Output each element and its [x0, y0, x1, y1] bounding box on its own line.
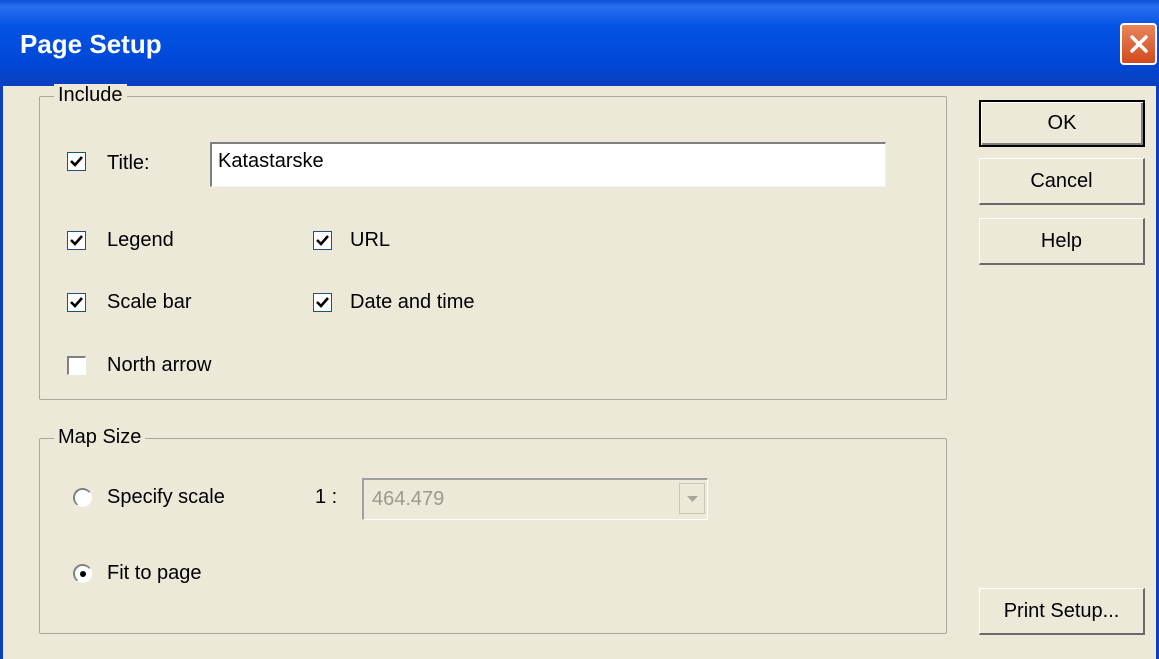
fit-to-page-radio[interactable]	[73, 564, 92, 583]
legend-checkbox[interactable]	[67, 231, 86, 250]
checkmark-icon	[316, 235, 329, 246]
dialog-body: Include Title: Katastarske Legend URL Sc…	[0, 84, 1159, 659]
specify-scale-label: Specify scale	[107, 486, 225, 508]
fit-to-page-label: Fit to page	[107, 562, 202, 584]
page-setup-dialog: Page Setup Include Title: Katastarske Le…	[0, 0, 1159, 659]
scale-bar-label: Scale bar	[107, 291, 192, 313]
title-input[interactable]: Katastarske	[210, 142, 886, 187]
include-group-legend: Include	[54, 84, 127, 107]
north-arrow-label: North arrow	[107, 354, 212, 376]
legend-label: Legend	[107, 229, 174, 251]
north-arrow-checkbox[interactable]	[67, 356, 86, 375]
close-icon	[1130, 35, 1148, 53]
checkmark-icon	[70, 235, 83, 246]
chevron-down-icon	[687, 496, 698, 502]
specify-scale-radio[interactable]	[73, 488, 92, 507]
help-button[interactable]: Help	[979, 218, 1145, 265]
scale-dropdown-button[interactable]	[679, 483, 705, 514]
radio-selected-dot	[80, 571, 86, 577]
ok-button[interactable]: OK	[979, 100, 1145, 147]
window-title: Page Setup	[20, 29, 162, 59]
checkmark-icon	[70, 156, 83, 167]
checkmark-icon	[316, 297, 329, 308]
cancel-button[interactable]: Cancel	[979, 158, 1145, 205]
scale-value: 464.479	[372, 488, 445, 510]
map-size-group-legend: Map Size	[54, 426, 146, 449]
url-label: URL	[350, 229, 391, 251]
close-button[interactable]	[1120, 23, 1157, 65]
title-bar[interactable]: Page Setup	[0, 0, 1159, 86]
date-time-label: Date and time	[350, 291, 475, 313]
scale-ratio-label: 1 :	[315, 486, 338, 508]
scale-bar-checkbox[interactable]	[67, 293, 86, 312]
title-label: Title:	[107, 152, 150, 174]
map-size-group: Map Size	[39, 426, 947, 634]
print-setup-button[interactable]: Print Setup...	[979, 588, 1145, 635]
scale-combobox[interactable]: 464.479	[362, 478, 708, 520]
date-time-checkbox[interactable]	[313, 293, 332, 312]
title-checkbox[interactable]	[67, 152, 86, 171]
checkmark-icon	[70, 297, 83, 308]
url-checkbox[interactable]	[313, 231, 332, 250]
